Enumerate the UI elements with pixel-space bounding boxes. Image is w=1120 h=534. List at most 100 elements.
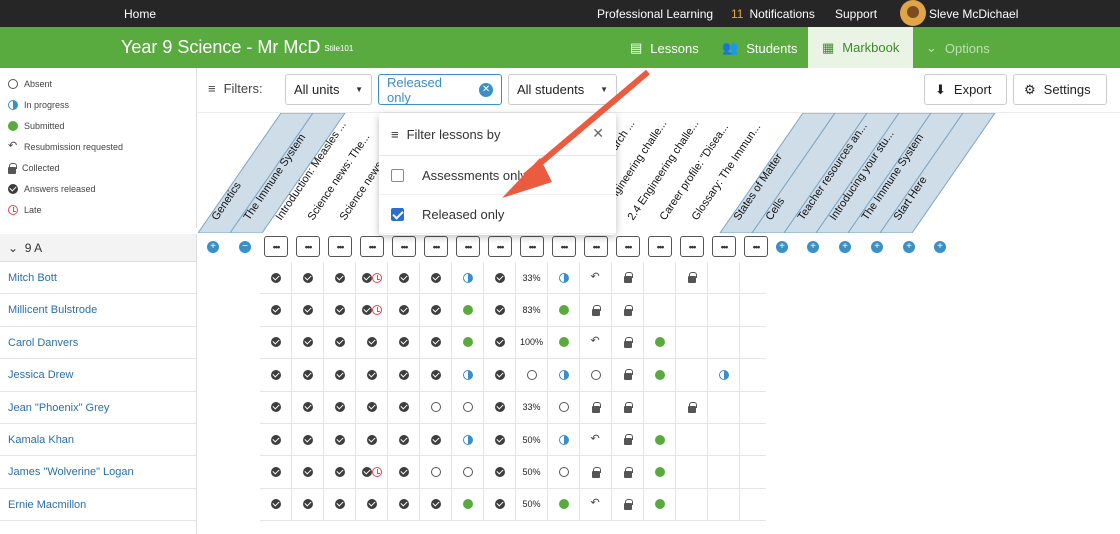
grid-cell[interactable]	[292, 294, 324, 327]
column-menu-button[interactable]: •••	[328, 236, 352, 257]
grid-cell[interactable]	[612, 359, 644, 392]
grid-cell[interactable]: 50%	[516, 424, 548, 457]
grid-cell[interactable]	[676, 488, 708, 522]
grid-cell[interactable]	[580, 488, 612, 522]
grid-cell[interactable]	[580, 391, 612, 424]
grid-cell[interactable]	[708, 326, 740, 360]
student-name[interactable]: Millicent Bulstrode	[0, 294, 196, 327]
grid-cell[interactable]	[388, 424, 420, 457]
grid-cell[interactable]	[452, 326, 484, 360]
grid-cell[interactable]	[740, 262, 766, 295]
grid-cell[interactable]	[324, 391, 356, 424]
column-menu-button[interactable]: •••	[392, 236, 416, 257]
grid-cell[interactable]	[356, 294, 388, 327]
grid-cell[interactable]	[420, 359, 452, 392]
tab-lessons[interactable]: ▤ Lessons	[630, 40, 699, 56]
grid-cell[interactable]	[452, 391, 484, 424]
grid-cell[interactable]	[644, 326, 676, 360]
grid-cell[interactable]	[548, 326, 580, 360]
export-button[interactable]: ⬇ Export	[924, 74, 1007, 105]
grid-cell[interactable]	[644, 294, 676, 327]
grid-cell[interactable]	[260, 359, 292, 392]
grid-cell[interactable]	[676, 359, 708, 392]
grid-cell[interactable]	[580, 424, 612, 457]
student-name[interactable]: James "Wolverine" Logan	[0, 456, 196, 489]
grid-cell[interactable]	[580, 262, 612, 295]
grid-cell[interactable]	[484, 326, 516, 360]
grid-cell[interactable]: 33%	[516, 391, 548, 424]
grid-cell[interactable]	[356, 359, 388, 392]
student-name[interactable]: Mitch Bott	[0, 262, 196, 295]
grid-cell[interactable]	[324, 456, 356, 489]
grid-cell[interactable]: 50%	[516, 488, 548, 522]
checkbox-checked[interactable]	[391, 207, 404, 221]
tab-options[interactable]: ⌄ Options	[926, 40, 990, 56]
grid-cell[interactable]: 50%	[516, 456, 548, 489]
grid-cell[interactable]	[548, 262, 580, 295]
grid-cell[interactable]	[740, 327, 766, 360]
grid-cell[interactable]	[356, 424, 388, 457]
released-filter[interactable]: Released only ✕	[378, 74, 502, 105]
grid-cell[interactable]	[612, 326, 644, 360]
option-assessments-only[interactable]: Assessments only	[379, 156, 616, 195]
grid-cell[interactable]	[484, 456, 516, 489]
expand-icon[interactable]: +	[807, 241, 819, 253]
grid-cell[interactable]	[740, 392, 766, 424]
grid-cell[interactable]	[420, 424, 452, 457]
grid-cell[interactable]	[708, 391, 740, 424]
grid-cell[interactable]	[484, 262, 516, 295]
expand-icon[interactable]: +	[839, 241, 851, 253]
grid-cell[interactable]	[356, 456, 388, 489]
professional-learning-link[interactable]: Professional Learning	[597, 7, 713, 21]
student-name[interactable]: Kamala Khan	[0, 424, 196, 457]
grid-cell[interactable]	[292, 262, 324, 295]
settings-button[interactable]: ⚙ Settings	[1013, 74, 1107, 105]
grid-cell[interactable]	[452, 294, 484, 327]
expand-icon[interactable]: +	[776, 241, 788, 253]
grid-cell[interactable]	[708, 424, 740, 457]
user-name[interactable]: Sleve McDichael	[929, 7, 1018, 21]
grid-cell[interactable]	[612, 424, 644, 457]
grid-cell[interactable]	[388, 262, 420, 295]
grid-cell[interactable]	[292, 359, 324, 392]
grid-cell[interactable]	[260, 326, 292, 360]
grid-cell[interactable]	[420, 294, 452, 327]
grid-cell[interactable]	[548, 294, 580, 327]
grid-cell[interactable]	[292, 391, 324, 424]
grid-cell[interactable]	[388, 456, 420, 489]
grid-cell[interactable]	[676, 294, 708, 327]
grid-cell[interactable]	[356, 488, 388, 522]
grid-cell[interactable]	[740, 294, 766, 327]
grid-cell[interactable]	[324, 262, 356, 295]
grid-cell[interactable]	[324, 294, 356, 327]
grid-cell[interactable]	[324, 359, 356, 392]
student-name[interactable]: Ernie Macmillon	[0, 489, 196, 522]
grid-cell[interactable]	[260, 424, 292, 457]
column-menu-button[interactable]: •••	[648, 236, 672, 257]
grid-cell[interactable]	[260, 391, 292, 424]
grid-cell[interactable]	[676, 326, 708, 360]
grid-cell[interactable]	[388, 294, 420, 327]
grid-cell[interactable]	[612, 391, 644, 424]
grid-cell[interactable]	[548, 391, 580, 424]
grid-cell[interactable]	[580, 359, 612, 392]
grid-cell[interactable]	[324, 424, 356, 457]
grid-cell[interactable]	[452, 488, 484, 522]
student-name[interactable]: Jean "Phoenix" Grey	[0, 392, 196, 424]
student-name[interactable]: Jessica Drew	[0, 359, 196, 392]
grid-cell[interactable]	[260, 456, 292, 489]
grid-cell[interactable]	[356, 326, 388, 360]
grid-cell[interactable]	[484, 424, 516, 457]
collapse-icon[interactable]: −	[239, 241, 251, 253]
grid-cell[interactable]	[740, 424, 766, 457]
grid-cell[interactable]	[548, 424, 580, 457]
column-menu-button[interactable]: •••	[680, 236, 704, 257]
grid-cell[interactable]	[292, 456, 324, 489]
grid-cell[interactable]	[484, 294, 516, 327]
column-menu-button[interactable]: •••	[456, 236, 480, 257]
grid-cell[interactable]	[740, 359, 766, 392]
grid-cell[interactable]	[452, 424, 484, 457]
grid-cell[interactable]	[644, 488, 676, 522]
tab-students[interactable]: 👥 Students	[722, 40, 798, 56]
column-menu-button[interactable]: •••	[360, 236, 384, 257]
